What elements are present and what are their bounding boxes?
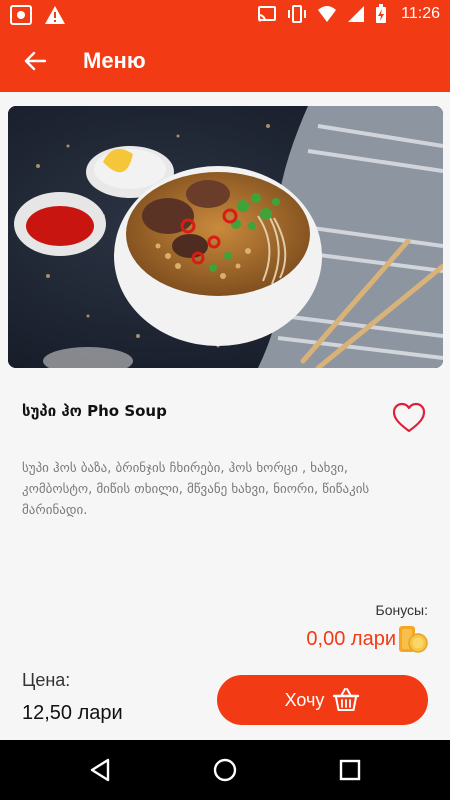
screen-record-icon [10, 5, 32, 25]
want-button[interactable]: Хочу [217, 675, 428, 725]
arrow-left-icon [24, 51, 46, 71]
bonus-value: 0,00 лари [306, 627, 396, 650]
page-title: Меню [83, 48, 146, 73]
back-triangle-icon[interactable] [85, 755, 115, 785]
cast-icon [258, 6, 277, 22]
price-value: 12,50 лари [22, 702, 123, 724]
home-circle-icon[interactable] [210, 755, 240, 785]
status-time: 11:26 [401, 5, 440, 22]
wifi-icon [318, 6, 337, 22]
system-nav-bar [0, 740, 450, 800]
basket-icon [333, 688, 360, 711]
battery-charging-icon [376, 4, 387, 23]
bonus-row: 0,00 лари [306, 624, 428, 654]
bonus-label: Бонусы: [375, 602, 429, 618]
recents-square-icon[interactable] [335, 755, 365, 785]
vibrate-icon [288, 5, 307, 23]
back-button[interactable] [18, 44, 52, 78]
dish-ingredients: სუპი ჰოს ბაზა, ბრინჯის ჩხირები, ჰოს ხორც… [22, 461, 370, 518]
favorite-button[interactable] [392, 402, 426, 434]
heart-outline-icon [392, 402, 426, 433]
dish-title: სუპი ჰო Pho Soup [22, 402, 167, 420]
price-label: Цена: [22, 670, 71, 690]
dish-detail: სუპი ჰო Pho Soup სუპი ჰოს ბაზა, ბრინჯის … [0, 92, 450, 740]
coins-icon [399, 626, 428, 653]
status-bar: 11:26 [0, 0, 450, 30]
want-button-label: Хочу [284, 689, 325, 710]
signal-icon [348, 6, 365, 22]
app-bar: Меню [0, 30, 450, 92]
warning-icon [45, 6, 65, 24]
pho-soup-photo [8, 106, 443, 368]
